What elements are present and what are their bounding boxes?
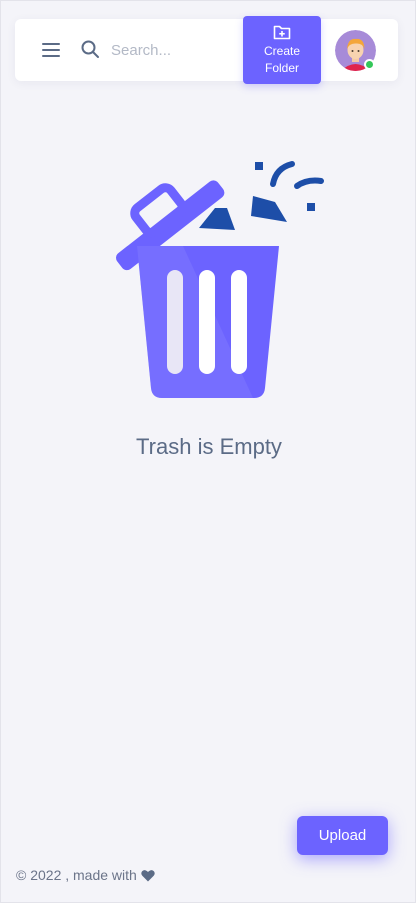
create-folder-label-line1: Create bbox=[263, 43, 301, 58]
trash-can-illustration bbox=[93, 156, 333, 401]
heart-icon bbox=[141, 869, 155, 881]
folder-plus-icon bbox=[273, 25, 291, 39]
online-status-indicator bbox=[364, 59, 375, 70]
user-avatar[interactable] bbox=[335, 30, 376, 71]
create-folder-label-line2: Folder bbox=[264, 60, 299, 75]
upload-button[interactable]: Upload bbox=[297, 816, 388, 855]
search-icon bbox=[80, 39, 100, 59]
search-input[interactable] bbox=[111, 37, 241, 63]
empty-state-message: Trash is Empty bbox=[136, 434, 282, 459]
hamburger-menu-icon[interactable] bbox=[41, 40, 61, 60]
copyright-text: © 2022 , made with bbox=[16, 867, 137, 883]
footer: © 2022 , made with bbox=[16, 867, 155, 883]
top-bar: Create Folder bbox=[15, 16, 398, 84]
create-folder-button[interactable]: Create Folder bbox=[243, 16, 321, 84]
